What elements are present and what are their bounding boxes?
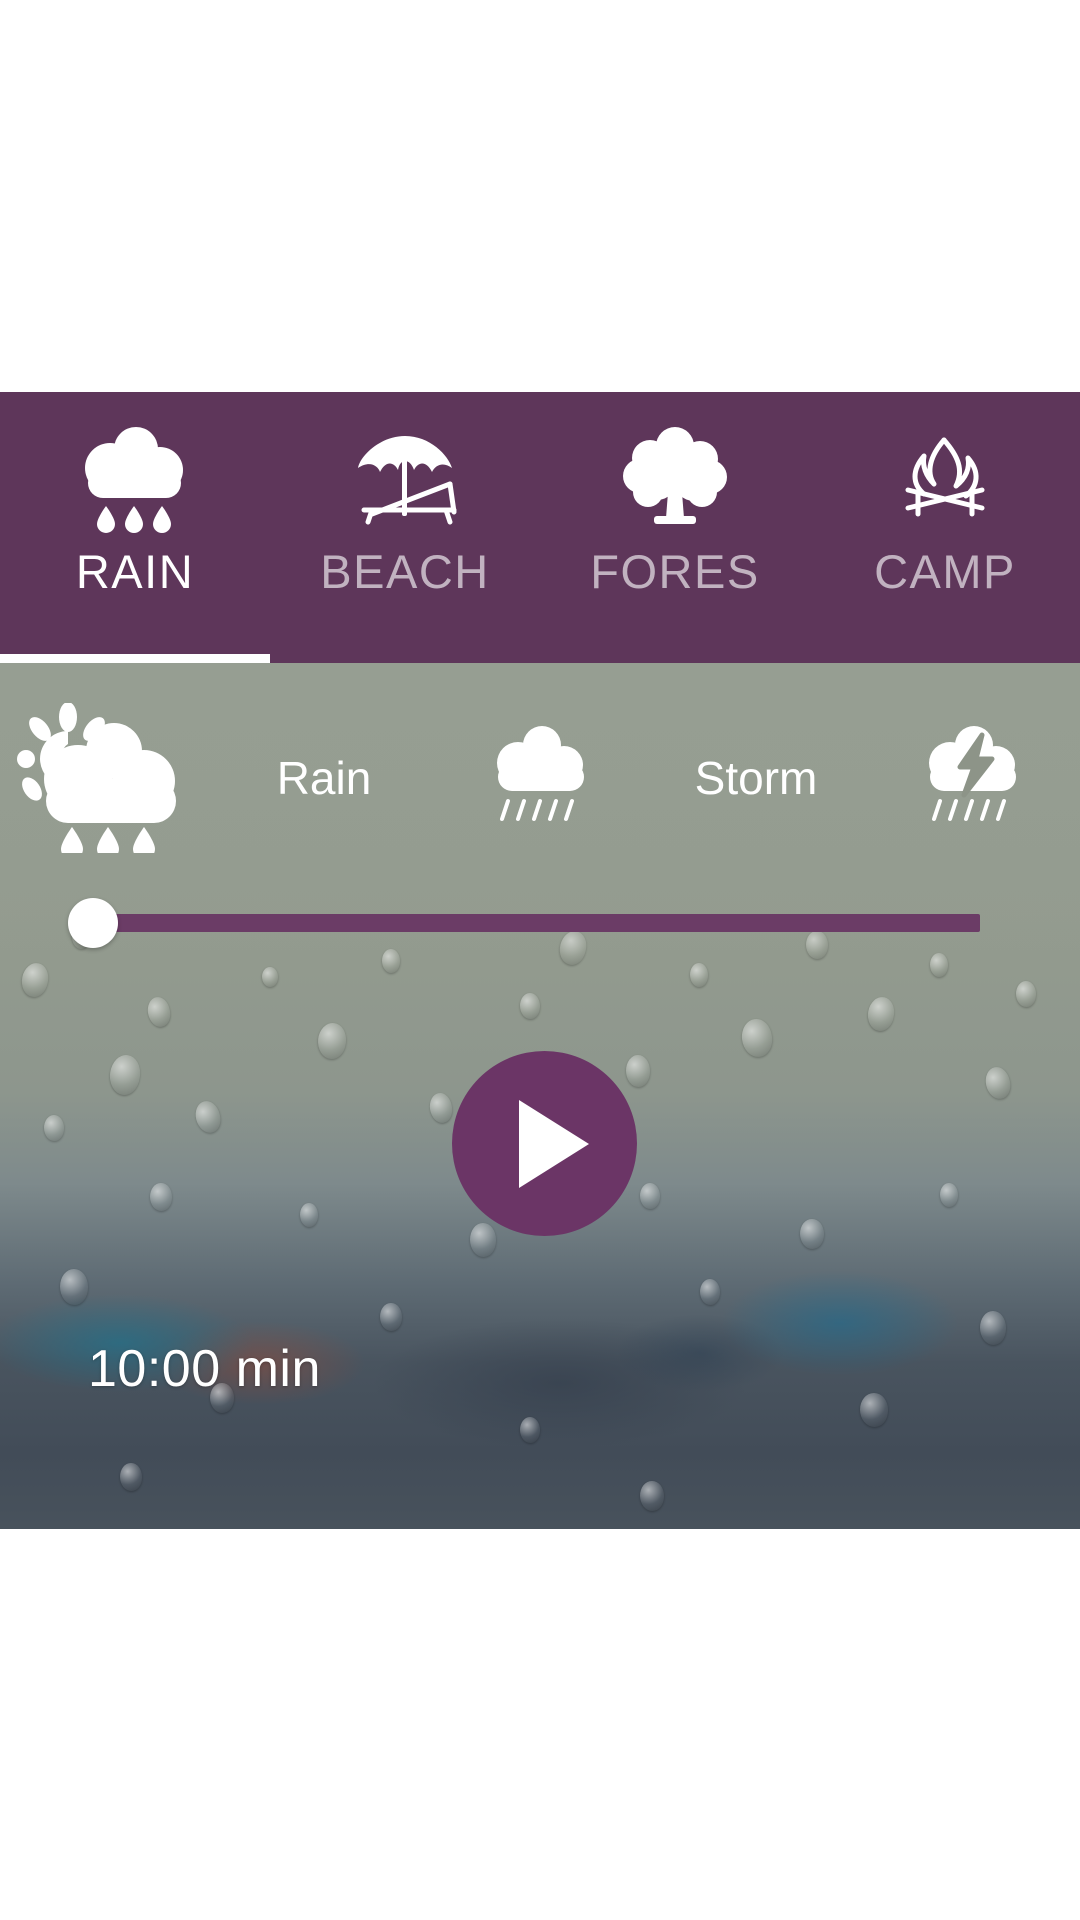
campfire-icon	[882, 422, 1008, 534]
sound-selector-row: Rain Storm	[0, 693, 1080, 863]
sound-chip-rain[interactable]: Rain	[216, 751, 432, 805]
sound-player-card: RAIN BEACH FORES CAMP Rain Storm 10:00 m…	[0, 392, 1080, 1529]
sound-chip-raincloud[interactable]	[432, 723, 648, 833]
tab-rain[interactable]: RAIN	[0, 392, 270, 663]
tab-forest[interactable]: FORES	[540, 392, 810, 663]
play-triangle-icon	[518, 1099, 589, 1188]
rain-cloud-small-icon	[480, 723, 600, 833]
duration-label: 10:00 min	[88, 1340, 321, 1398]
category-tab-bar: RAIN BEACH FORES CAMP	[0, 392, 1080, 663]
sound-chip-storm[interactable]: Storm	[648, 751, 864, 805]
slider-track[interactable]	[85, 914, 980, 932]
slider-thumb[interactable]	[68, 898, 118, 948]
tab-label-rain: RAIN	[75, 545, 195, 598]
play-button[interactable]	[452, 1051, 637, 1236]
active-tab-indicator	[0, 654, 270, 663]
tab-camp[interactable]: CAMP	[810, 392, 1080, 663]
tree-icon	[612, 422, 738, 534]
rain-cloud-icon	[72, 422, 198, 534]
tab-label-camp: CAMP	[874, 545, 1016, 598]
volume-slider[interactable]	[0, 878, 1080, 958]
sound-chip-thunderstorm[interactable]	[864, 723, 1080, 833]
player-panel: Rain Storm 10:00 min	[0, 663, 1080, 1529]
beach-umbrella-icon	[342, 422, 468, 534]
sun-rain-cloud-icon	[16, 703, 201, 853]
sound-chip-sun-rain[interactable]	[0, 703, 216, 853]
thunderstorm-icon	[912, 723, 1032, 833]
tab-label-forest: FORES	[590, 545, 760, 598]
app-screen: RAIN BEACH FORES CAMP Rain Storm 10:00 m…	[0, 0, 1080, 1920]
sound-chip-label-storm: Storm	[694, 752, 818, 804]
sound-chip-label-rain: Rain	[276, 752, 372, 804]
tab-label-beach: BEACH	[320, 545, 490, 598]
tab-beach[interactable]: BEACH	[270, 392, 540, 663]
